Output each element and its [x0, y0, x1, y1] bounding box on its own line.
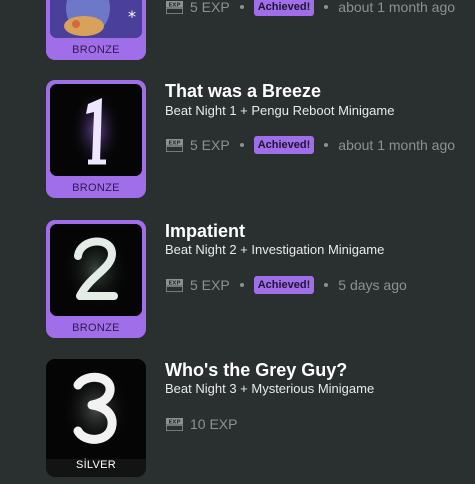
- achievement-meta: EXP 5 EXP Achieved! about 1 month ago: [166, 135, 455, 155]
- achievement-description: Beat Night 2 + Investigation Minigame: [165, 242, 385, 257]
- achieved-badge: Achieved!: [253, 0, 315, 16]
- achievement-description: Beat Night 3 + Mysterious Minigame: [165, 381, 375, 396]
- badge-tier-label: BRONZE: [72, 322, 120, 334]
- achievement-meta: EXP 5 EXP Achieved! 5 days ago: [166, 275, 407, 295]
- achievement-item[interactable]: * BRONZE EXP 5 EXP Achieved! about 1 mon…: [0, 0, 475, 60]
- separator-dot: [239, 5, 244, 9]
- achievement-badge-bronze: * BRONZE: [46, 0, 146, 60]
- achievement-meta: EXP 5 EXP Achieved! about 1 month ago: [166, 0, 455, 17]
- achievement-list: * BRONZE EXP 5 EXP Achieved! about 1 mon…: [0, 0, 475, 484]
- achievement-description: Beat Night 1 + Pengu Reboot Minigame: [165, 103, 395, 118]
- separator-dot: [324, 5, 329, 9]
- cartoon-character-icon: *: [50, 0, 142, 38]
- achievement-title: Impatient: [165, 221, 246, 241]
- exp-value: 5 EXP: [190, 0, 230, 15]
- number-1-icon: [50, 84, 142, 176]
- achievement-item[interactable]: SİLVER Who's the Grey Guy? Beat Night 3 …: [0, 359, 475, 479]
- exp-icon: EXP: [166, 138, 183, 152]
- badge-tier-label: BRONZE: [72, 44, 120, 56]
- separator-dot: [324, 283, 329, 287]
- svg-text:EXP: EXP: [168, 140, 180, 146]
- badge-tier-label: SİLVER: [75, 459, 117, 471]
- achievement-title: That was a Breeze: [165, 81, 322, 101]
- number-3-icon: [46, 359, 146, 459]
- separator-dot: [239, 143, 244, 147]
- svg-text:EXP: EXP: [168, 2, 180, 8]
- exp-value: 5 EXP: [190, 137, 230, 153]
- exp-icon: EXP: [166, 417, 183, 431]
- achievement-meta: EXP 10 EXP: [166, 414, 237, 434]
- achievement-badge-bronze: BRONZE: [46, 220, 146, 338]
- svg-text:EXP: EXP: [168, 419, 180, 425]
- svg-text:EXP: EXP: [168, 280, 180, 286]
- achieved-badge: Achieved!: [253, 276, 315, 294]
- exp-value: 5 EXP: [190, 277, 230, 293]
- achieved-time: about 1 month ago: [338, 137, 456, 153]
- achievement-title: Who's the Grey Guy?: [165, 360, 348, 380]
- number-2-icon: [50, 224, 142, 316]
- achieved-time: 5 days ago: [338, 277, 407, 293]
- exp-icon: EXP: [166, 0, 183, 14]
- achieved-time: about 1 month ago: [338, 0, 456, 15]
- exp-icon: EXP: [166, 278, 183, 292]
- achievement-item[interactable]: BRONZE That was a Breeze Beat Night 1 + …: [0, 80, 475, 200]
- achievement-badge-bronze: BRONZE: [46, 80, 146, 198]
- achievement-item[interactable]: BRONZE Impatient Beat Night 2 + Investig…: [0, 220, 475, 340]
- achieved-badge: Achieved!: [253, 136, 315, 154]
- exp-value: 10 EXP: [190, 416, 238, 432]
- svg-text:*: *: [128, 7, 136, 26]
- separator-dot: [239, 283, 244, 287]
- achievement-badge-silver: SİLVER: [46, 359, 146, 477]
- badge-tier-label: BRONZE: [72, 182, 120, 194]
- separator-dot: [324, 143, 329, 147]
